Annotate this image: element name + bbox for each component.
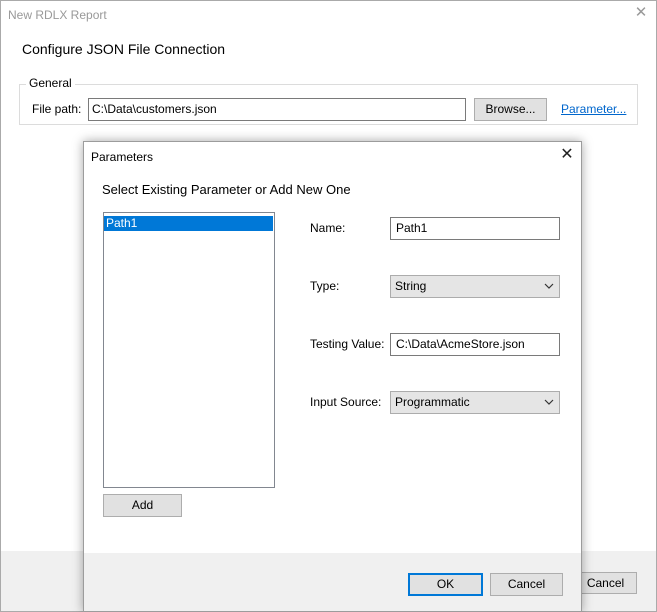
dialog-subtitle: Select Existing Parameter or Add New One (102, 182, 351, 197)
input-source-select-value: Programmatic (395, 395, 470, 409)
general-group-legend: General (26, 76, 75, 90)
page-heading: Configure JSON File Connection (22, 41, 226, 57)
chevron-down-icon (544, 283, 554, 289)
type-label: Type: (310, 279, 340, 293)
add-parameter-button[interactable]: Add (103, 494, 182, 517)
file-path-label: File path: (32, 102, 82, 116)
testing-value-input[interactable]: C:\Data\AcmeStore.json (390, 333, 560, 356)
dialog-close-icon[interactable]: ✕ (557, 145, 577, 165)
ok-button[interactable]: OK (408, 573, 483, 596)
input-source-select[interactable]: Programmatic (390, 391, 560, 414)
parameter-link[interactable]: Parameter... (561, 102, 626, 116)
window-title: New RDLX Report (8, 8, 107, 22)
name-input[interactable]: Path1 (390, 217, 560, 240)
type-select[interactable]: String (390, 275, 560, 298)
window-close-icon[interactable]: ✕ (631, 3, 651, 23)
file-path-input[interactable]: C:\Data\customers.json (88, 98, 466, 121)
browse-button[interactable]: Browse... (474, 98, 547, 121)
testing-value-label: Testing Value: (310, 337, 385, 351)
input-source-label: Input Source: (310, 395, 382, 409)
name-label: Name: (310, 221, 346, 235)
parameter-list-item[interactable]: Path1 (104, 216, 273, 231)
chevron-down-icon (544, 399, 554, 405)
parameter-list[interactable] (103, 212, 275, 488)
dialog-cancel-button[interactable]: Cancel (490, 573, 563, 596)
dialog-title: Parameters (91, 150, 154, 164)
outer-cancel-button[interactable]: Cancel (574, 572, 637, 594)
type-select-value: String (395, 279, 427, 293)
